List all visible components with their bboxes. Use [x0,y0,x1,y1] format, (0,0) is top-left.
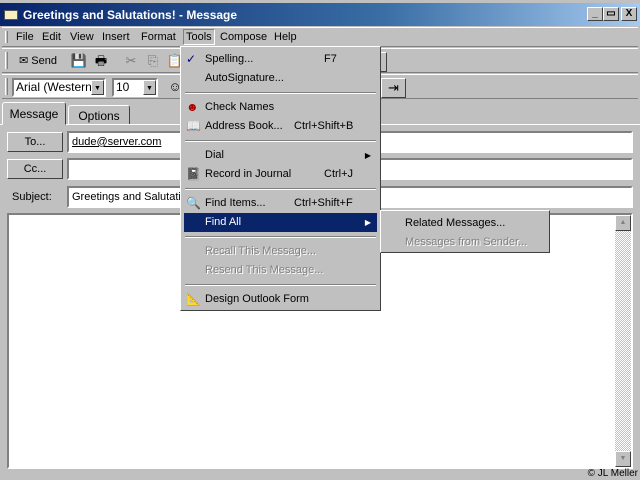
label: Design Outlook Form [205,293,309,305]
find-items-icon: 🔍 [186,196,201,210]
separator [185,188,376,190]
increase-indent-icon[interactable]: ⇥ [381,78,406,98]
check-names-icon: ☻ [186,100,199,114]
message-envelope-icon [4,9,18,20]
send-button[interactable]: ✉ Send [14,52,62,72]
label: Find Items... [205,197,266,209]
send-label: Send [31,55,57,67]
label: Find All [205,216,242,228]
vertical-scrollbar[interactable]: ▲ ▼ [615,215,631,467]
grip [5,78,8,95]
tools-menu: ✓ Spelling... F7 AutoSignature... ☻ Check N… [180,46,381,311]
menu-compose[interactable]: Compose [220,31,267,43]
size-select[interactable]: 10 ▼ [112,78,158,97]
menu-view[interactable]: View [70,31,94,43]
shortcut: Ctrl+J [324,168,354,180]
menu-item-autosignature[interactable]: AutoSignature... [184,69,377,88]
tab-message[interactable]: Message [2,102,66,125]
cc-button[interactable]: Cc... [7,159,63,179]
submenu-arrow-icon: ▶ [364,218,371,227]
menu-insert[interactable]: Insert [102,31,130,43]
menu-item-dial[interactable]: Dial ▶ [184,146,377,165]
label: Address Book... [205,120,283,132]
shortcut: Ctrl+Shift+B [294,120,354,132]
cut-icon[interactable]: ✂ [120,52,142,72]
menu-edit[interactable]: Edit [42,31,61,43]
menu-item-check-names[interactable]: ☻ Check Names [184,98,377,117]
restore-button[interactable]: ▭ [603,7,619,21]
menu-item-messages-from-sender: Messages from Sender... [405,236,528,248]
menu-item-record-in-journal[interactable]: 📓 Record in Journal Ctrl+J [184,165,377,184]
menu-tools[interactable]: Tools [183,29,215,45]
chevron-down-icon[interactable]: ▼ [143,80,156,95]
shortcut: F7 [324,53,337,65]
chevron-down-icon[interactable]: ▼ [91,80,104,95]
size-value: 10 [116,80,130,94]
menu-item-recall-message: Recall This Message... [205,245,317,257]
grip [5,52,8,69]
print-icon[interactable]: 🖶 [90,52,112,72]
subject-label: Subject: [12,191,52,203]
tab-options[interactable]: Options [68,105,130,125]
title-bar: Greetings and Salutations! - Message _ ▭… [0,3,640,26]
menu-item-address-book[interactable]: 📖 Address Book... Ctrl+Shift+B [184,117,377,136]
separator [185,140,376,142]
to-button[interactable]: To... [7,132,63,152]
menu-file[interactable]: File [16,31,34,43]
font-value: Arial (Western) [16,80,96,94]
scroll-up-icon[interactable]: ▲ [615,215,631,231]
label: Dial [205,149,224,161]
journal-icon: 📓 [186,167,201,181]
save-icon[interactable]: 💾 [68,52,90,72]
copy-icon[interactable]: ⎘ [142,52,164,72]
label: Record in Journal [205,168,292,180]
font-select[interactable]: Arial (Western) ▼ [12,78,106,97]
shortcut: Ctrl+Shift+F [294,197,353,209]
scroll-down-icon[interactable]: ▼ [615,451,631,467]
separator [185,236,376,238]
menu-bar: File Edit View Insert Format Tools Compo… [2,27,638,47]
label: Spelling... [205,53,254,65]
minimize-button[interactable]: _ [587,7,603,21]
menu-item-find-all[interactable]: Find All ▶ [184,213,377,232]
submenu-arrow-icon: ▶ [364,151,371,160]
design-form-icon: 📐 [186,292,201,306]
grip [5,31,8,43]
separator [185,284,376,286]
separator [185,92,376,94]
menu-item-find-items[interactable]: 🔍 Find Items... Ctrl+Shift+F [184,194,377,213]
spelling-check-icon: ✓ [186,52,197,66]
address-book-icon: 📖 [186,119,201,133]
menu-item-resend-message: Resend This Message... [205,264,324,276]
menu-help[interactable]: Help [274,31,297,43]
menu-item-related-messages[interactable]: Related Messages... [384,214,548,233]
window-title: Greetings and Salutations! - Message [23,7,238,22]
menu-item-spelling[interactable]: ✓ Spelling... F7 [184,50,377,69]
find-all-submenu: Related Messages... Messages from Sender… [380,210,550,253]
copyright-text: © JL Meller [587,468,638,479]
label: Check Names [205,101,275,113]
menu-format[interactable]: Format [141,31,176,43]
close-button[interactable]: X [621,7,637,21]
menu-item-design-outlook-form[interactable]: 📐 Design Outlook Form [184,290,377,309]
